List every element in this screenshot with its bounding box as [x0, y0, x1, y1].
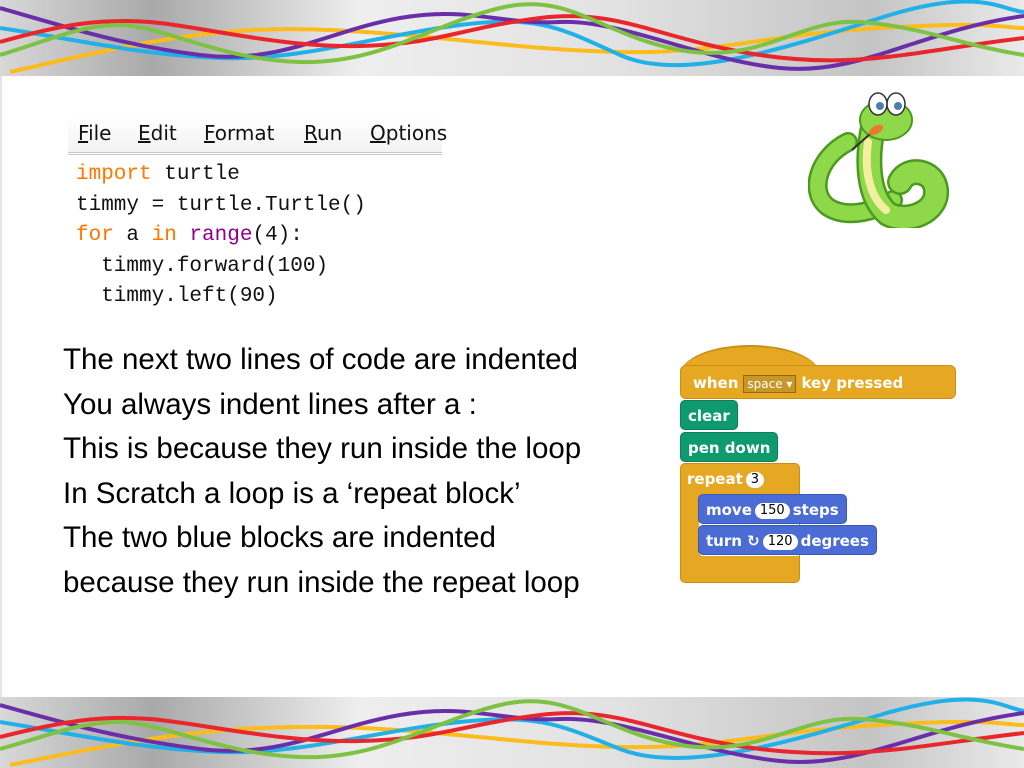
- steps-input[interactable]: 150: [754, 502, 790, 519]
- menu-options[interactable]: Options: [370, 121, 447, 145]
- code-keyword: in: [151, 224, 177, 247]
- scratch-script: when space ▾ key pressed clear pen down re…: [678, 345, 968, 590]
- chevron-down-icon: ▾: [786, 376, 793, 391]
- code-text: timmy = turtle.Turtle(): [76, 193, 366, 217]
- explanation-text: The next two lines of code are indented …: [63, 338, 581, 606]
- rotate-clockwise-icon: ↻: [747, 532, 760, 550]
- repeat-label: repeat: [687, 470, 743, 488]
- repeat-header: repeat 3: [680, 464, 774, 494]
- body-line: This is because they run inside the loop: [63, 432, 582, 466]
- bottom-ribbon-banner: [0, 697, 1024, 768]
- body-line: You always indent lines after a :: [63, 387, 477, 421]
- slide-border: [0, 76, 2, 697]
- python-code-block: import turtle timmy = turtle.Turtle() for …: [76, 160, 366, 313]
- body-line: because they run inside the repeat loop: [63, 565, 580, 599]
- hat-label-suffix: key pressed: [801, 374, 904, 392]
- python-snake-mascot-icon: [807, 82, 958, 231]
- clear-block[interactable]: clear: [680, 400, 738, 430]
- key-value: space: [747, 376, 783, 391]
- code-text: (4):: [252, 224, 303, 247]
- code-keyword: for: [76, 224, 114, 247]
- body-line: The two blue blocks are indented: [63, 521, 496, 555]
- turn-label: turn: [706, 532, 742, 550]
- pen-down-block[interactable]: pen down: [680, 432, 779, 462]
- degrees-input[interactable]: 120: [762, 533, 798, 550]
- code-line: for a in range(4):: [76, 221, 366, 252]
- code-line: timmy.left(90): [76, 282, 366, 313]
- code-text: timmy.forward(100): [76, 254, 329, 278]
- pen-down-label: pen down: [688, 439, 771, 457]
- key-dropdown[interactable]: space ▾: [743, 374, 797, 393]
- degrees-label: degrees: [800, 532, 869, 550]
- code-text: timmy.left(90): [76, 285, 278, 308]
- hat-label: when: [693, 374, 739, 392]
- turn-degrees-block[interactable]: turn ↻ 120 degrees: [698, 525, 877, 555]
- code-line: timmy.forward(100): [76, 252, 366, 283]
- body-line: The next two lines of code are indented: [63, 343, 578, 376]
- menu-edit[interactable]: Edit: [138, 121, 177, 145]
- menu-run[interactable]: Run: [304, 121, 342, 145]
- code-keyword: import: [76, 163, 152, 186]
- steps-label: steps: [792, 501, 839, 519]
- code-line: timmy = turtle.Turtle(): [76, 191, 366, 222]
- code-text: turtle: [151, 163, 240, 186]
- ribbon-waves: [0, 697, 1024, 768]
- menu-file[interactable]: File: [78, 121, 111, 145]
- ribbon-waves: [0, 0, 1024, 76]
- menu-format[interactable]: Format: [204, 121, 274, 145]
- move-label: move: [706, 501, 752, 519]
- idle-editor-screenshot: File Edit Format Run Options import turt…: [68, 116, 447, 313]
- idle-menu-bar: File Edit Format Run Options: [68, 116, 447, 155]
- clear-label: clear: [688, 407, 730, 425]
- code-text: a: [113, 224, 152, 247]
- repeat-count-input[interactable]: 3: [745, 471, 765, 488]
- move-steps-block[interactable]: move 150 steps: [698, 494, 847, 524]
- when-key-pressed-block[interactable]: when space ▾ key pressed: [680, 365, 956, 399]
- code-line: import turtle: [76, 160, 366, 191]
- code-builtin: range: [189, 224, 253, 247]
- body-line: In Scratch a loop is a ‘repeat block’: [63, 476, 521, 510]
- top-ribbon-banner: [0, 0, 1024, 76]
